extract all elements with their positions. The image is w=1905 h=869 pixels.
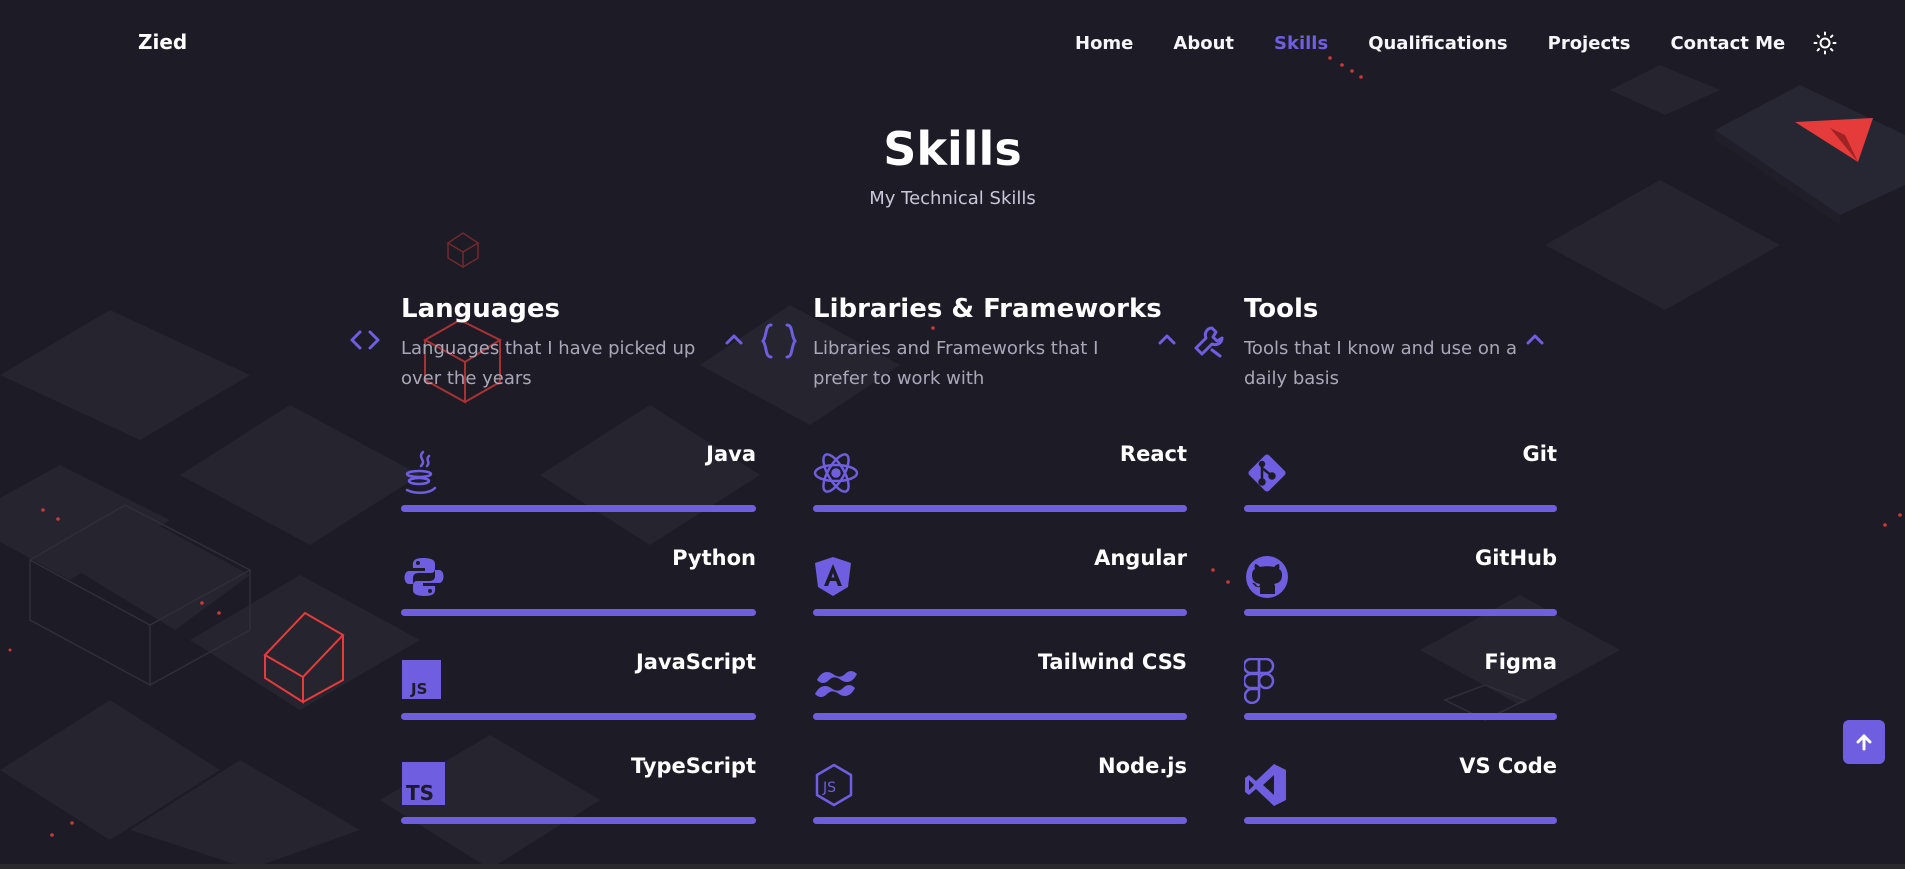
skill-progress-bar <box>813 505 1187 512</box>
nav-qualifications[interactable]: Qualifications <box>1368 33 1507 54</box>
code-brackets-icon <box>350 330 380 350</box>
nav-skills[interactable]: Skills <box>1274 33 1328 54</box>
nodejs-icon: JS <box>815 763 853 807</box>
skills-page: Zied Home About Skills Qualifications Pr… <box>0 0 1905 869</box>
skill-progress-fill <box>1244 609 1557 616</box>
skill-item: VS Code <box>1244 754 1557 824</box>
chevron-up-icon[interactable] <box>1157 330 1177 350</box>
skill-item: Git <box>1244 442 1557 512</box>
react-icon <box>813 453 859 493</box>
github-icon <box>1246 556 1288 598</box>
skill-progress-fill <box>1244 817 1557 824</box>
section-title: Skills <box>883 122 1022 176</box>
javascript-icon: JS <box>402 660 441 699</box>
svg-text:TS: TS <box>406 781 434 805</box>
tailwind-icon <box>815 671 857 697</box>
skill-name: TypeScript <box>631 754 756 778</box>
column-description: Languages that I have picked up over the… <box>401 338 696 389</box>
sun-icon[interactable] <box>1813 31 1837 55</box>
skill-progress-bar <box>1244 713 1557 720</box>
chevron-up-icon[interactable] <box>724 330 744 350</box>
skill-progress-bar <box>401 609 756 616</box>
chevron-up-icon[interactable] <box>1525 330 1545 350</box>
skill-progress-bar <box>1244 505 1557 512</box>
skill-item: Angular <box>813 546 1187 616</box>
skill-progress-fill <box>1244 505 1557 512</box>
skill-progress-fill <box>401 713 756 720</box>
skill-progress-fill <box>401 609 756 616</box>
column-title: Tools <box>1244 294 1319 324</box>
curly-braces-icon <box>761 323 797 359</box>
skill-item: Tailwind CSS <box>813 650 1187 720</box>
python-icon <box>404 558 444 596</box>
angular-icon <box>815 557 851 596</box>
skill-item: JS Node.js <box>813 754 1187 824</box>
bottom-strip <box>0 864 1905 869</box>
skill-progress-fill <box>813 713 1187 720</box>
skill-name: VS Code <box>1459 754 1557 778</box>
skill-progress-bar <box>813 609 1187 616</box>
scroll-top-button[interactable] <box>1843 720 1885 764</box>
column-description: Libraries and Frameworks that I prefer t… <box>813 338 1099 389</box>
vscode-icon <box>1245 764 1286 806</box>
main-nav: Home About Skills Qualifications Project… <box>1075 31 1837 55</box>
git-icon <box>1248 454 1286 492</box>
nav-about[interactable]: About <box>1173 33 1234 54</box>
skill-progress-bar <box>401 713 756 720</box>
column-description: Tools that I know and use on a daily bas… <box>1244 338 1517 389</box>
typescript-icon: TS <box>402 762 445 805</box>
site-logo[interactable]: Zied <box>138 30 187 54</box>
skill-name: JavaScript <box>635 650 756 674</box>
skill-name: Node.js <box>1098 754 1187 778</box>
column-title: Languages <box>401 294 561 324</box>
skill-item: GitHub <box>1244 546 1557 616</box>
nav-home[interactable]: Home <box>1075 33 1133 54</box>
skill-name: GitHub <box>1474 546 1557 570</box>
figma-icon <box>1244 658 1275 704</box>
skill-item: Python <box>401 546 756 616</box>
skill-item: TS TypeScript <box>401 754 756 824</box>
nav-projects[interactable]: Projects <box>1548 33 1631 54</box>
site-header: Zied Home About Skills Qualifications Pr… <box>0 0 1905 86</box>
skill-item: React <box>813 442 1187 512</box>
tools-icon <box>1194 326 1224 358</box>
svg-text:JS: JS <box>410 680 427 698</box>
skill-progress-fill <box>813 609 1187 616</box>
java-icon <box>405 450 437 494</box>
skill-item: JS JavaScript <box>401 650 756 720</box>
skill-progress-fill <box>401 505 756 512</box>
skill-progress-bar <box>1244 817 1557 824</box>
nav-contact[interactable]: Contact Me <box>1670 33 1785 54</box>
column-title: Libraries & Frameworks <box>813 294 1162 324</box>
section-subtitle: My Technical Skills <box>869 188 1036 209</box>
skill-progress-bar <box>813 817 1187 824</box>
red-cube-small <box>446 232 480 269</box>
skill-progress-bar <box>401 817 756 824</box>
skill-progress-bar <box>813 713 1187 720</box>
skill-progress-fill <box>813 505 1187 512</box>
skill-name: Python <box>672 546 756 570</box>
arrow-up-icon <box>1856 734 1872 751</box>
skill-name: Angular <box>1094 546 1187 570</box>
skill-name: Tailwind CSS <box>1037 650 1187 674</box>
skill-progress-bar <box>1244 609 1557 616</box>
skill-item: Figma <box>1244 650 1557 720</box>
skill-progress-bar <box>401 505 756 512</box>
svg-text:JS: JS <box>822 780 836 796</box>
skill-progress-fill <box>1244 713 1557 720</box>
skill-name: Git <box>1522 442 1557 466</box>
skill-name: Figma <box>1484 650 1557 674</box>
skill-name: Java <box>706 442 756 466</box>
skill-item: Java <box>401 442 756 512</box>
skill-name: React <box>1119 442 1187 466</box>
skill-progress-fill <box>813 817 1187 824</box>
skill-progress-fill <box>401 817 756 824</box>
